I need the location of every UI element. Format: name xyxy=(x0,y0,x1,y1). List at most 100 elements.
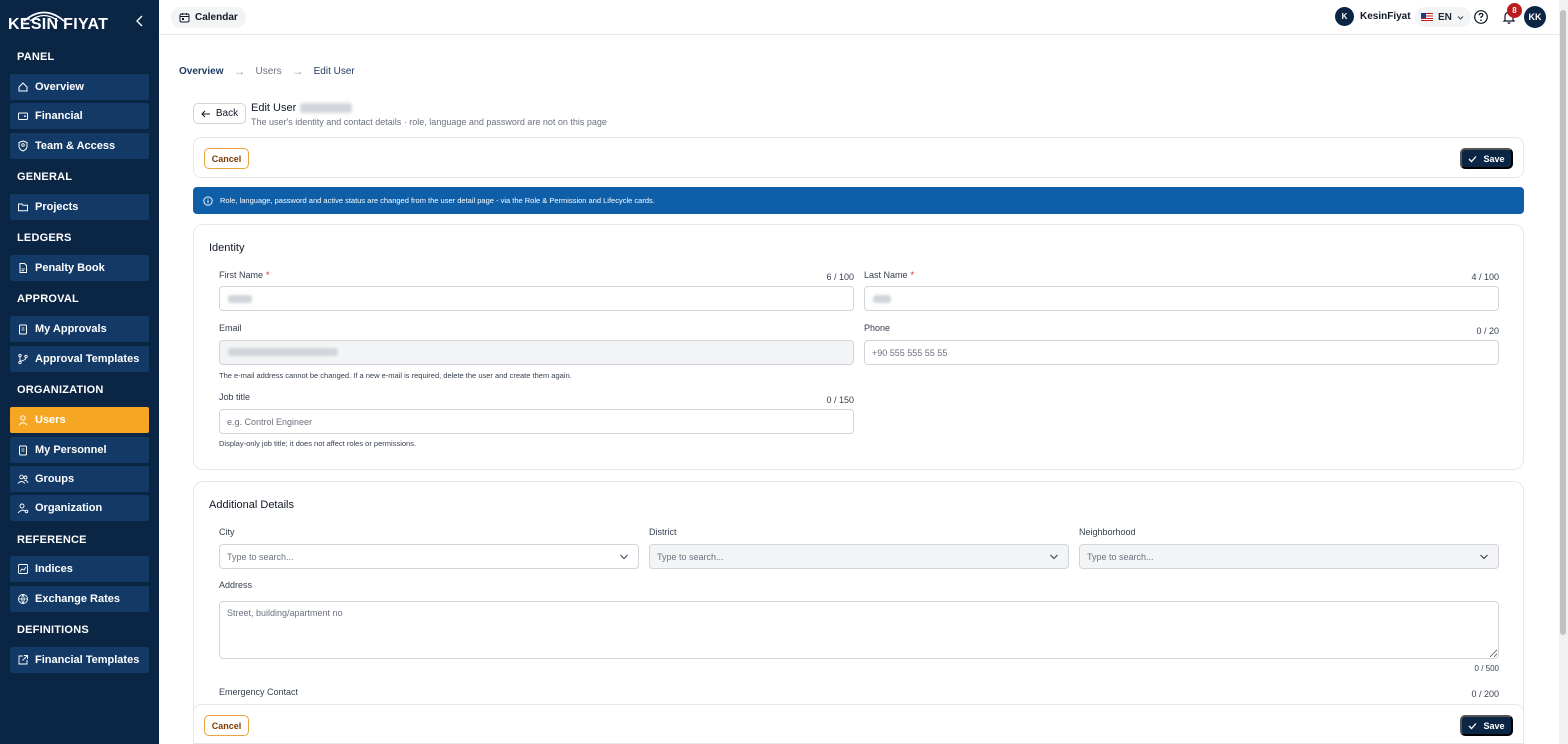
check-icon xyxy=(1469,155,1477,162)
city-label: City xyxy=(219,527,235,537)
breadcrumb-users[interactable]: Users xyxy=(255,66,281,77)
chevron-down-icon xyxy=(620,554,628,560)
sidebar-item-label: Financial Templates xyxy=(35,654,140,666)
job-title-input[interactable] xyxy=(219,409,854,434)
section-ledgers: LEDGERS xyxy=(17,232,72,244)
clipboard-icon xyxy=(19,324,27,335)
district-select[interactable]: Type to search... xyxy=(649,544,1069,569)
required-marker: * xyxy=(266,270,270,280)
chevron-down-icon xyxy=(1457,15,1464,20)
logo-text: KESIN FIYAT xyxy=(8,16,109,33)
breadcrumb-edit-user: Edit User xyxy=(313,65,355,77)
arrow-left-icon xyxy=(201,110,210,117)
cancel-button-bottom[interactable]: Cancel xyxy=(204,715,249,736)
section-general: GENERAL xyxy=(17,171,73,183)
district-placeholder: Type to search... xyxy=(657,551,724,562)
scrollbar-thumb[interactable] xyxy=(1560,10,1566,635)
sidebar-item-label: My Approvals xyxy=(35,323,107,335)
page-scrollbar[interactable] xyxy=(1559,0,1568,744)
additional-details-title: Additional Details xyxy=(209,499,294,511)
last-name-label-text: Last Name xyxy=(864,270,908,280)
sidebar-item-label: Users xyxy=(35,414,66,426)
file-icon xyxy=(19,263,27,273)
brand-logo[interactable]: KESIN FIYAT xyxy=(8,8,108,34)
phone-counter: 0 / 20 xyxy=(1476,326,1499,336)
sidebar-item-exchange-rates[interactable]: Exchange Rates xyxy=(10,586,149,612)
sidebar-item-groups[interactable]: Groups xyxy=(10,466,149,492)
sidebar-item-label: Financial xyxy=(35,110,83,122)
city-select[interactable]: Type to search... xyxy=(219,544,639,569)
sidebar-item-label: Projects xyxy=(35,201,79,213)
notification-badge: 8 xyxy=(1507,3,1522,18)
district-label: District xyxy=(649,527,677,537)
sidebar-item-users[interactable]: Users xyxy=(10,407,149,433)
calendar-icon xyxy=(179,13,190,23)
sidebar-item-penalty-book[interactable]: Penalty Book xyxy=(10,255,149,281)
us-flag-icon xyxy=(1421,13,1433,21)
sidebar-item-label: My Personnel xyxy=(35,444,107,456)
external-file-icon xyxy=(18,655,28,665)
sidebar-item-overview[interactable]: Overview xyxy=(10,74,149,100)
cancel-button[interactable]: Cancel xyxy=(204,148,249,169)
sidebar-item-my-personnel[interactable]: My Personnel xyxy=(10,437,149,463)
address-textarea[interactable] xyxy=(219,601,1499,659)
sidebar-item-label: Exchange Rates xyxy=(35,593,120,605)
save-button-bottom[interactable]: Save xyxy=(1460,715,1513,736)
sidebar-item-financial[interactable]: Financial xyxy=(10,103,149,129)
neighborhood-select[interactable]: Type to search... xyxy=(1079,544,1499,569)
section-organization: ORGANIZATION xyxy=(17,384,104,396)
redacted-last-name xyxy=(873,295,891,303)
city-placeholder: Type to search... xyxy=(227,551,294,562)
save-label: Save xyxy=(1483,720,1505,731)
address-label: Address xyxy=(219,580,253,590)
account-name: KesinFiyat xyxy=(1360,11,1411,22)
user-icon xyxy=(18,415,28,426)
first-name-label: First Name * xyxy=(219,270,270,280)
section-reference: REFERENCE xyxy=(17,534,87,546)
last-name-input[interactable] xyxy=(864,286,1499,311)
sidebar-item-label: Overview xyxy=(35,81,84,93)
sidebar-item-organization[interactable]: Organization xyxy=(10,495,149,521)
sidebar-item-label: Approval Templates xyxy=(35,353,140,365)
account-chip[interactable]: K KesinFiyat xyxy=(1335,7,1411,26)
bottom-action-bar: Cancel Save xyxy=(193,704,1524,744)
back-button[interactable]: Back xyxy=(193,103,246,124)
user-cog-icon xyxy=(17,503,29,514)
phone-input[interactable] xyxy=(864,340,1499,365)
sidebar-item-projects[interactable]: Projects xyxy=(10,194,149,220)
last-name-counter: 4 / 100 xyxy=(1471,272,1499,282)
user-avatar[interactable]: KK xyxy=(1524,6,1546,28)
first-name-label-text: First Name xyxy=(219,270,264,280)
address-counter: 0 / 500 xyxy=(1474,664,1499,673)
sidebar-item-team-access[interactable]: Team & Access xyxy=(10,133,149,159)
first-name-input[interactable] xyxy=(219,286,854,311)
last-name-label: Last Name * xyxy=(864,270,914,280)
breadcrumb-overview[interactable]: Overview xyxy=(179,66,223,77)
chevron-left-icon[interactable] xyxy=(134,14,146,28)
emergency-contact-label: Emergency Contact xyxy=(219,687,299,697)
sidebar-item-label: Groups xyxy=(35,473,75,485)
chevron-down-icon xyxy=(1050,554,1058,560)
required-marker: * xyxy=(910,270,915,280)
page-subtitle: The user's identity and contact details … xyxy=(251,117,607,127)
folder-icon xyxy=(18,203,28,212)
sidebar-item-indices[interactable]: Indices xyxy=(10,556,149,582)
branch-icon xyxy=(18,353,28,365)
back-label: Back xyxy=(215,108,239,119)
info-icon xyxy=(203,195,213,206)
page-title: Edit User xyxy=(251,102,297,114)
home-icon xyxy=(18,82,28,92)
sidebar-item-financial-templates[interactable]: Financial Templates xyxy=(10,647,149,673)
language-selector[interactable]: EN xyxy=(1415,7,1471,27)
save-button[interactable]: Save xyxy=(1460,148,1513,169)
section-approval: APPROVAL xyxy=(17,293,79,305)
check-icon xyxy=(1469,722,1477,729)
help-icon[interactable] xyxy=(1473,9,1489,25)
sidebar-item-approval-templates[interactable]: Approval Templates xyxy=(10,346,149,372)
email-help-text: The e-mail address cannot be changed. If… xyxy=(219,371,572,380)
calendar-button[interactable]: Calendar xyxy=(171,7,246,28)
sidebar-item-my-approvals[interactable]: My Approvals xyxy=(10,316,149,342)
save-label: Save xyxy=(1483,153,1505,164)
breadcrumb: Overview → Users → Edit User xyxy=(179,64,355,78)
users-icon xyxy=(17,474,29,484)
